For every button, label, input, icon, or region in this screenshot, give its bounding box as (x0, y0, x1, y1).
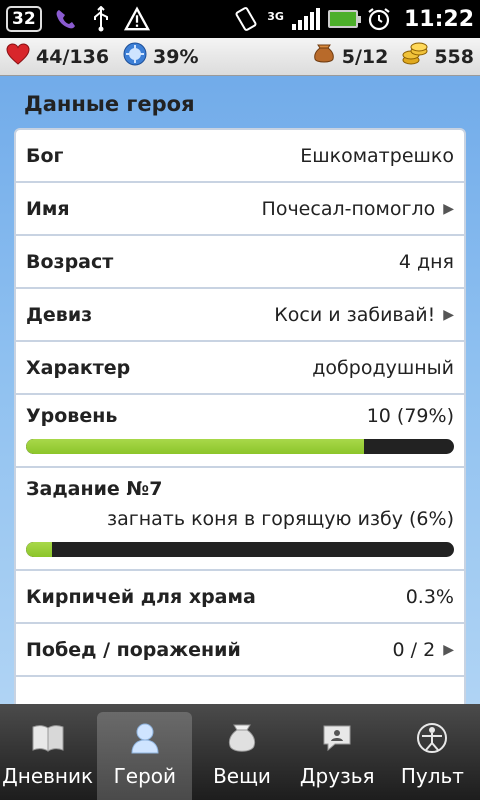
gold-stat: 558 (402, 42, 474, 71)
row-value: Коси и забивай! ▶ (274, 304, 454, 326)
level-progress-fill (26, 439, 365, 454)
heart-icon (6, 43, 30, 70)
signal-icon (291, 8, 320, 30)
level-progress-bar (26, 439, 454, 454)
row-label: Характер (26, 356, 131, 379)
chat-icon (321, 718, 353, 758)
chevron-right-icon: ▶ (443, 200, 454, 217)
quest-progress-fill (26, 542, 52, 557)
tab-diary[interactable]: Дневник (0, 704, 95, 800)
row-label: Девиз (26, 303, 93, 326)
usb-icon (88, 6, 114, 32)
tab-friends[interactable]: Друзья (290, 704, 385, 800)
notification-count-badge: 32 (6, 6, 42, 32)
gold-value: 558 (434, 45, 474, 68)
quest-progress-bar (26, 542, 454, 557)
clock: 11:22 (403, 6, 474, 32)
row-value: 0.3% (406, 586, 454, 608)
tab-hero[interactable]: Герой (97, 712, 193, 800)
row-quest: Задание №7 загнать коня в горящую избу (… (16, 468, 464, 571)
battery-icon (327, 10, 361, 28)
hero-name: Почесал-помогло (261, 197, 436, 220)
section-title: Данные героя (24, 92, 195, 116)
chevron-right-icon: ▶ (443, 306, 454, 323)
network-type-label: 3G (267, 10, 284, 23)
row-label: Уровень (26, 405, 118, 427)
row-motto[interactable]: Девиз Коси и забивай! ▶ (16, 289, 464, 342)
godpower-stat: 39% (123, 42, 199, 71)
inventory-value: 5/12 (341, 45, 389, 68)
notification-area: 32 (6, 6, 150, 32)
level-value: 10 (79%) (366, 405, 454, 427)
health-value: 44/136 (36, 45, 110, 68)
gold-coins-icon (402, 42, 428, 71)
row-label: Кирпичей для храма (26, 585, 256, 608)
row-next-partial (16, 677, 464, 704)
row-label: Побед / поражений (26, 638, 241, 661)
row-label: Бог (26, 144, 64, 167)
system-icons: 3G 11:22 (233, 6, 474, 32)
row-temple-bricks: Кирпичей для храма 0.3% (16, 571, 464, 624)
godpower-icon (123, 42, 147, 71)
viber-icon (52, 6, 78, 32)
tab-label: Герой (113, 764, 177, 788)
godpower-value: 39% (153, 45, 199, 68)
row-value: 0 / 2 ▶ (393, 639, 454, 661)
tab-label: Друзья (299, 764, 375, 788)
quest-description: загнать коня в горящую избу (6%) (106, 508, 454, 530)
health-stat: 44/136 (6, 43, 109, 70)
tab-label: Дневник (2, 764, 94, 788)
hero-age: 4 дня (398, 250, 454, 273)
inventory-stat: 5/12 (312, 42, 389, 71)
wins-losses-value: 0 / 2 (392, 638, 436, 661)
warning-icon (123, 6, 150, 32)
hero-icon (130, 718, 160, 758)
bag-icon (227, 718, 257, 758)
hero-stats-bar: 44/136 39% 5/12 558 (0, 38, 480, 76)
vitruvian-icon (416, 718, 448, 758)
chevron-right-icon: ▶ (443, 641, 454, 658)
row-age: Возраст 4 дня (16, 236, 464, 289)
hero-data-panel: Бог Ешкоматрешко Имя Почесал-помогло ▶ Во… (14, 128, 466, 704)
tab-label: Вещи (213, 764, 271, 788)
status-bar: 32 3G 11:22 (0, 0, 480, 38)
tab-remote[interactable]: Пульт (385, 704, 480, 800)
row-value: добродушный (312, 357, 454, 379)
hero-content[interactable]: Данные героя Бог Ешкоматрешко Имя Почеса… (0, 76, 480, 704)
row-label: Имя (26, 197, 70, 220)
row-wins-losses[interactable]: Побед / поражений 0 / 2 ▶ (16, 624, 464, 677)
row-level: Уровень 10 (79%) (16, 395, 464, 468)
row-value: 4 дня (399, 251, 454, 273)
row-label: Возраст (26, 250, 114, 273)
row-character: Характер добродушный (16, 342, 464, 395)
row-label: Задание №7 (26, 478, 163, 500)
row-value: Ешкоматрешко (300, 145, 454, 167)
book-icon (31, 718, 65, 758)
row-name[interactable]: Имя Почесал-помогло ▶ (16, 183, 464, 236)
tab-label: Пульт (400, 764, 464, 788)
hero-character: добродушный (312, 356, 454, 379)
alarm-icon (366, 6, 392, 32)
bag-icon (312, 42, 336, 71)
row-god: Бог Ешкоматрешко (16, 130, 464, 183)
tab-items[interactable]: Вещи (194, 704, 289, 800)
god-name: Ешкоматрешко (300, 144, 454, 167)
temple-bricks-value: 0.3% (405, 585, 454, 608)
bottom-tab-bar: Дневник Герой Вещи Друзья Пульт (0, 704, 480, 800)
row-value: Почесал-помогло ▶ (262, 198, 454, 220)
hero-motto: Коси и забивай! (274, 303, 436, 326)
rotate-icon (233, 6, 259, 32)
